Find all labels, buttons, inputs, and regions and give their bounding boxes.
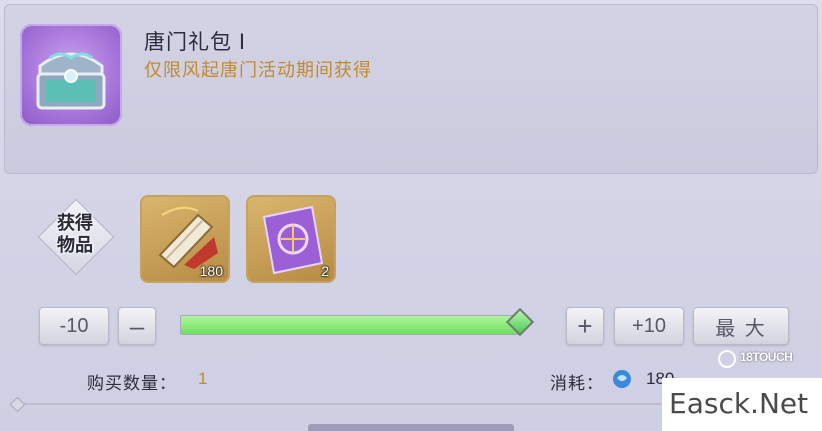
confirm-button-edge[interactable] [308, 424, 514, 431]
quantity-value: 1 [198, 369, 208, 388]
minus-10-button[interactable]: -10 [39, 307, 109, 345]
watermark-site-text: Easck.Net [669, 387, 809, 420]
max-button[interactable]: 最 大 [693, 307, 789, 345]
watermark-logo: 18TOUCH [716, 348, 808, 378]
plus-button[interactable]: + [566, 307, 604, 345]
reward-item-scroll[interactable]: 180 [140, 195, 230, 283]
treasure-chest-icon [20, 24, 122, 126]
reward-count: 180 [199, 263, 223, 279]
watermark-site: Easck.Net [662, 378, 822, 431]
reward-count: 2 [321, 263, 329, 279]
minus-button[interactable]: – [118, 307, 156, 345]
item-info-panel [4, 4, 818, 174]
obtained-items-badge: 获得 物品 [35, 196, 115, 276]
slider-fill [181, 316, 521, 334]
watermark-logo-text: 18TOUCH [740, 350, 793, 364]
quantity-slider[interactable] [180, 315, 522, 335]
divider-ornament [9, 396, 26, 413]
item-name: 唐门礼包 Ⅰ [144, 31, 247, 54]
cost-label: 消耗： [550, 374, 604, 393]
watermark-logo-icon [718, 350, 736, 368]
quantity-label: 购买数量： [87, 374, 177, 393]
plus-10-button[interactable]: +10 [614, 307, 684, 345]
obtained-items-label: 获得 物品 [57, 213, 93, 255]
item-description: 仅限风起唐门活动期间获得 [144, 60, 372, 80]
blue-gem-icon [613, 370, 631, 388]
reward-item-card[interactable]: 2 [246, 195, 336, 283]
